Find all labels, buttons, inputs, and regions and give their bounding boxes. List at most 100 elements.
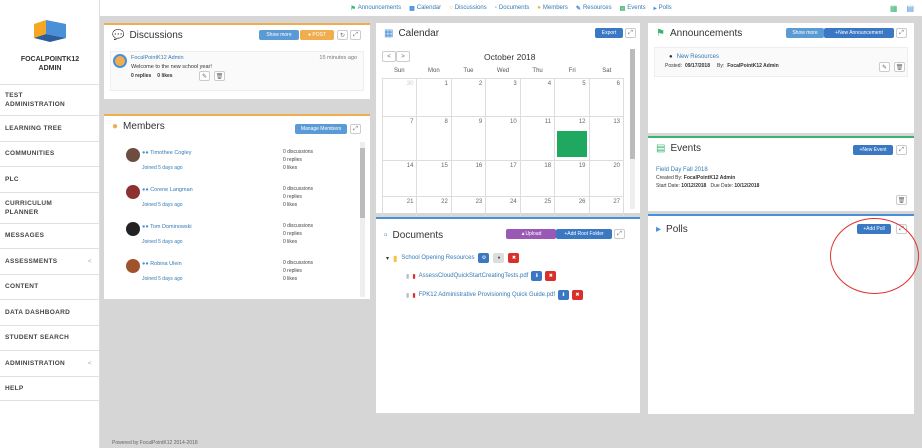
list-icon[interactable]: ▤ [906, 4, 914, 13]
nav-student-search[interactable]: STUDENT SEARCH [0, 324, 100, 351]
trash-icon[interactable]: 🗑 [896, 195, 907, 205]
event-title[interactable]: Field Day Fall 2018 [656, 166, 910, 174]
avatar[interactable] [126, 185, 140, 199]
topnav-documents[interactable]: ▫ Documents [495, 5, 530, 11]
nav-assessments[interactable]: ASSESSMENTS < [0, 248, 100, 274]
focalpoint-logo[interactable] [32, 20, 68, 42]
calendar-day[interactable]: 30 [381, 78, 418, 117]
top-nav: ⚑ Announcements ▦ Calendar ○ Discussions ▫ D… [100, 0, 922, 16]
expand-icon[interactable]: ⤢ [350, 124, 361, 134]
download-button[interactable]: ⬇ [558, 290, 570, 300]
file-delete-button[interactable]: ✖ [572, 290, 584, 300]
download-button[interactable]: ⬇ [531, 271, 543, 281]
calendar-day[interactable]: 15 [416, 160, 452, 197]
file-row: ▮ ▮ FPK12 Administrative Provisioning Qu… [406, 290, 584, 300]
org-name: FOCALPOINTK12 ADMIN [20, 56, 80, 72]
calendar-grid: 30 1 2 3 4 5 6 7 8 9 10 11 12 13 14 15 16 17 18 19 20 21… [381, 78, 625, 234]
member-row: ●● Tom Dominowski Joined 5 days ago 0 di… [126, 220, 366, 256]
file-name[interactable]: AssessCloudQuickStartCreatingTests.pdf [419, 273, 529, 279]
topnav-events[interactable]: ▤ Events [620, 5, 646, 12]
expand-icon[interactable]: ⤢ [614, 229, 625, 239]
avatar[interactable] [126, 222, 140, 236]
nav-learning-tree[interactable]: LEARNING TREE [0, 115, 100, 141]
upload-button[interactable]: ▲ Upload [506, 229, 556, 239]
topnav-polls[interactable]: ▸ Polls [654, 5, 672, 12]
event-created-by: FocalPointK12 Admin [683, 175, 736, 181]
calendar-day[interactable]: 7 [381, 116, 418, 161]
calendar-day[interactable]: 19 [554, 160, 590, 197]
nav-plc[interactable]: PLC [0, 166, 100, 192]
file-delete-button[interactable]: ✖ [545, 271, 557, 281]
documents-panel: ▫ Documents ▲ Upload + Add Root Folder ⤢ ▾… [376, 217, 640, 413]
folder-settings-button[interactable]: ⚙ [478, 253, 490, 263]
avatar[interactable] [126, 148, 140, 162]
calendar-day[interactable]: 18 [519, 160, 556, 197]
nav-content[interactable]: CONTENT [0, 273, 100, 300]
calendar-scrollbar[interactable] [630, 49, 635, 209]
refresh-icon[interactable]: ↻ [337, 30, 348, 40]
calendar-day[interactable]: 9 [450, 116, 487, 161]
discussions-show-more-button[interactable]: Show more [259, 30, 299, 40]
calendar-day[interactable]: 13 [588, 116, 625, 161]
expand-icon[interactable]: ⤢ [625, 28, 636, 38]
expand-icon[interactable]: ⤢ [896, 28, 907, 38]
members-title: ● Members [112, 121, 165, 132]
calendar-day[interactable]: 17 [485, 160, 521, 197]
calendar-day[interactable]: 14 [381, 160, 418, 197]
users-icon: ●● [142, 261, 151, 267]
new-event-button[interactable]: + New Event [853, 145, 893, 155]
manage-members-button[interactable]: Manage Members [295, 124, 347, 134]
calendar-day[interactable]: 3 [485, 78, 521, 117]
nav-data-dashboard[interactable]: DATA DASHBOARD [0, 299, 100, 325]
calendar-day[interactable]: 4 [519, 78, 556, 117]
trash-icon[interactable]: 🗑 [894, 62, 905, 72]
expand-icon[interactable]: ⤢ [896, 145, 907, 155]
folder-delete-button[interactable]: ✖ [508, 253, 520, 263]
calendar-day[interactable]: 5 [554, 78, 590, 117]
topnav-discussions[interactable]: ○ Discussions [449, 5, 487, 11]
calendar-export-button[interactable]: Export [595, 28, 623, 38]
announcements-show-more-button[interactable]: Show more [786, 28, 824, 38]
topnav-members[interactable]: ● Members [537, 5, 568, 11]
grid-icon[interactable]: ▦ [890, 4, 898, 13]
calendar-day[interactable]: 1 [416, 78, 452, 117]
discussion-item: FocalPointK12 Admin 15 minutes ago Welco… [110, 51, 364, 91]
discussions-post-button[interactable]: ● POST [300, 30, 334, 40]
nav-curriculum-planner[interactable]: CURRICULUM PLANNER [0, 191, 100, 223]
topnav-resources[interactable]: ✎ Resources [576, 5, 612, 12]
avatar[interactable] [126, 259, 140, 273]
calendar-day-event[interactable]: 12 [554, 116, 590, 161]
announcement-title[interactable]: New Resources [677, 54, 719, 60]
calendar-day[interactable]: 6 [588, 78, 625, 117]
announcement-item: ● New Resources Posted: 09/17/2018 By: Foca… [654, 47, 908, 77]
nav-administration[interactable]: ADMINISTRATION < [0, 350, 100, 376]
calendar-day[interactable]: 20 [588, 160, 625, 197]
file-name[interactable]: FPK12 Administrative Provisioning Quick … [419, 292, 555, 298]
topnav-announcements[interactable]: ⚑ Announcements [350, 5, 401, 12]
expand-icon[interactable]: ⤢ [350, 30, 361, 40]
nav-messages[interactable]: MESSAGES [0, 222, 100, 249]
nav-help[interactable]: HELP [0, 375, 100, 401]
discussion-author[interactable]: FocalPointK12 Admin [131, 55, 184, 61]
edit-icon[interactable]: ✎ [199, 71, 210, 81]
calendar-next-button[interactable]: > [396, 51, 410, 62]
trash-icon[interactable]: 🗑 [214, 71, 225, 81]
add-root-folder-button[interactable]: + Add Root Folder [556, 229, 612, 239]
calendar-day[interactable]: 2 [450, 78, 487, 117]
caret-down-icon[interactable]: ▾ [386, 255, 389, 262]
topnav-calendar[interactable]: ▦ Calendar [409, 5, 441, 12]
calendar-weekdays: Sun Mon Tue Wed Thu Fri Sat [393, 68, 612, 74]
calendar-day[interactable]: 8 [416, 116, 452, 161]
calendar-prev-button[interactable]: < [382, 51, 396, 62]
folder-name[interactable]: School Opening Resources [401, 255, 474, 261]
calendar-day[interactable]: 11 [519, 116, 556, 161]
new-announcement-button[interactable]: + New Announcement [824, 28, 894, 38]
calendar-event-marker[interactable] [557, 131, 587, 157]
calendar-day[interactable]: 16 [450, 160, 487, 197]
edit-icon[interactable]: ✎ [879, 62, 890, 72]
nav-communities[interactable]: COMMUNITIES [0, 140, 100, 167]
nav-test-administration[interactable]: TEST ADMINISTRATION [0, 84, 100, 115]
folder-row: ▾ ▮ School Opening Resources ⚙ ● ✖ [386, 253, 520, 263]
folder-action-button[interactable]: ● [493, 253, 505, 263]
calendar-day[interactable]: 10 [485, 116, 521, 161]
